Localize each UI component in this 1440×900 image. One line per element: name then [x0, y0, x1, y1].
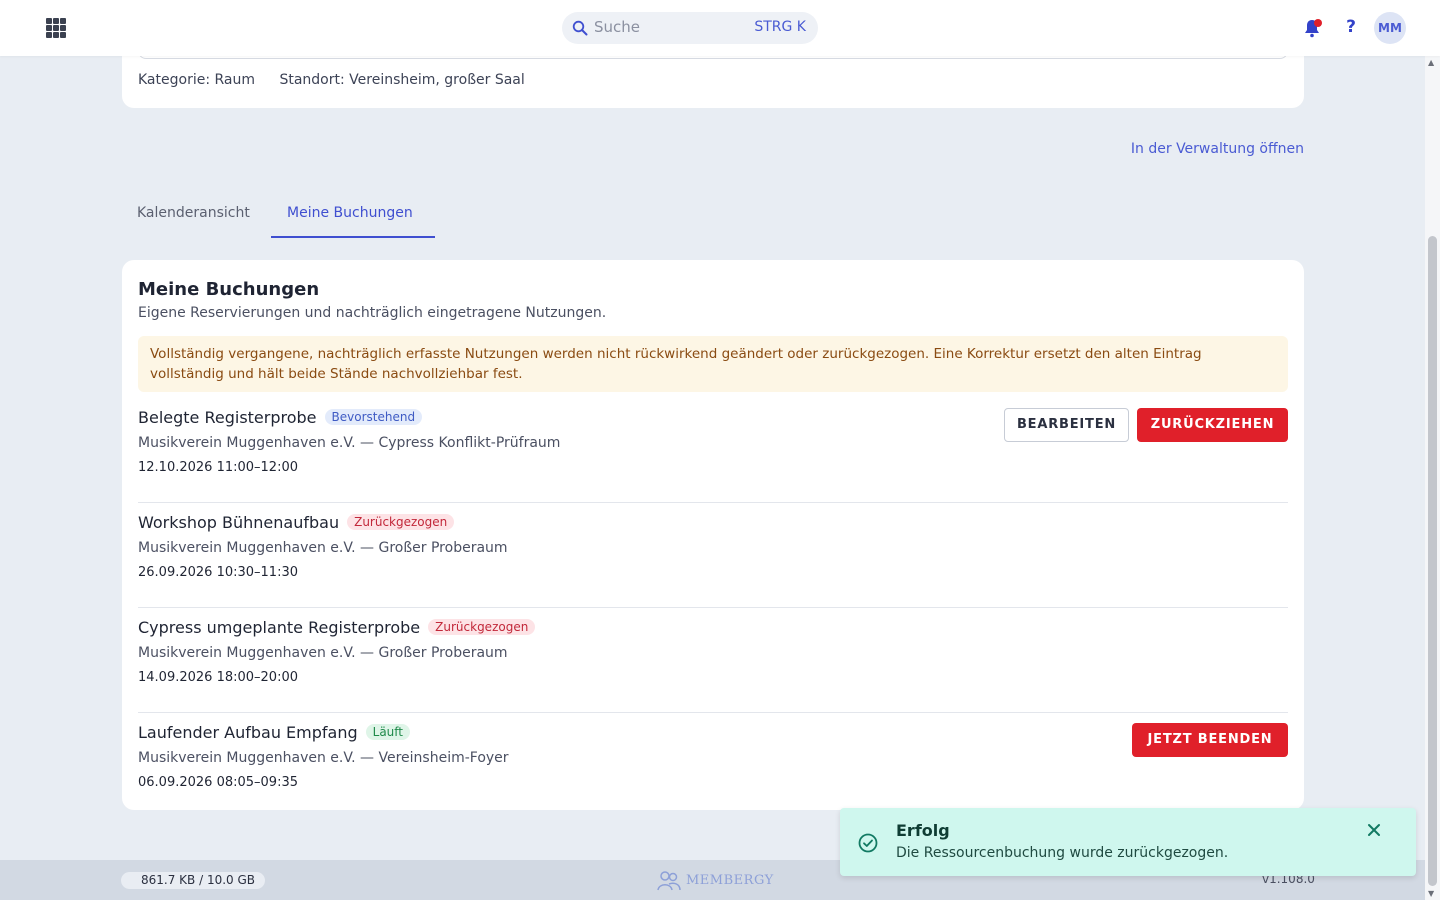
booking-item: Belegte Registerprobe Bevorstehend Musikv… — [138, 398, 1288, 503]
booking-title: Cypress umgeplante Registerprobe — [138, 618, 421, 637]
booking-time: 14.09.2026 18:00–20:00 — [138, 670, 298, 685]
active-tab-indicator — [271, 236, 435, 238]
search-input[interactable]: Suche STRG K — [562, 12, 818, 44]
status-badge: Bevorstehend — [324, 409, 423, 425]
check-circle-icon — [858, 833, 878, 853]
status-badge: Zurückgezogen — [428, 619, 536, 635]
booking-title-row: Cypress umgeplante Registerprobe Zurückge… — [138, 618, 536, 637]
toast-title: Erfolg — [896, 821, 950, 840]
top-bar: Suche STRG K ? MM — [0, 0, 1440, 56]
tab-my-bookings[interactable]: Meine Buchungen — [287, 205, 413, 221]
resource-location: Standort: Vereinsheim, großer Saal — [279, 72, 525, 88]
search-icon — [572, 20, 588, 36]
storage-usage: 861.7 KB / 10.0 GB — [121, 872, 265, 889]
status-badge: Läuft — [365, 724, 411, 740]
booking-title-row: Belegte Registerprobe Bevorstehend — [138, 408, 423, 427]
toast-message: Die Ressourcenbuchung wurde zurückgezoge… — [896, 845, 1229, 861]
booking-title-row: Workshop Bühnenaufbau Zurückgezogen — [138, 513, 455, 532]
booking-item: Cypress umgeplante Registerprobe Zurückge… — [138, 608, 1288, 713]
booking-item: Laufender Aufbau Empfang Läuft Musikverei… — [138, 713, 1288, 818]
logo-text: MEMBERGY — [686, 873, 774, 888]
booking-item: Workshop Bühnenaufbau Zurückgezogen Musik… — [138, 503, 1288, 608]
edit-booking-button[interactable]: BEARBEITEN — [1004, 408, 1129, 442]
resource-meta: Kategorie: Raum Standort: Vereinsheim, g… — [138, 72, 545, 88]
booking-organization: Musikverein Muggenhaven e.V. — Vereinshe… — [138, 750, 509, 766]
status-badge: Zurückgezogen — [347, 514, 455, 530]
logo-people-icon — [657, 871, 681, 891]
open-in-admin-link[interactable]: In der Verwaltung öffnen — [1131, 141, 1304, 157]
scroll-up-arrow-icon[interactable]: ▲ — [1428, 58, 1434, 67]
warning-notice: Vollständig vergangene, nachträglich erf… — [138, 336, 1288, 392]
my-bookings-card: Meine Buchungen Eigene Reservierungen un… — [122, 260, 1304, 810]
membergy-logo: MEMBERGY — [656, 870, 773, 892]
booking-organization: Musikverein Muggenhaven e.V. — Großer Pr… — [138, 645, 508, 661]
booking-title: Workshop Bühnenaufbau — [138, 513, 340, 532]
end-now-button[interactable]: JETZT BEENDEN — [1132, 723, 1288, 757]
card-subtitle: Eigene Reservierungen und nachträglich e… — [138, 305, 607, 321]
card-title: Meine Buchungen — [138, 279, 320, 300]
search-placeholder: Suche — [594, 18, 641, 36]
booking-title: Laufender Aufbau Empfang — [138, 723, 358, 742]
search-shortcut-hint: STRG K — [754, 19, 806, 35]
booking-title: Belegte Registerprobe — [138, 408, 317, 427]
notification-dot — [1314, 19, 1322, 27]
resource-category: Kategorie: Raum — [138, 72, 256, 88]
booking-time: 26.09.2026 10:30–11:30 — [138, 565, 298, 580]
booking-time: 12.10.2026 11:00–12:00 — [138, 460, 298, 475]
success-toast: Erfolg Die Ressourcenbuchung wurde zurüc… — [840, 808, 1416, 876]
user-avatar[interactable]: MM — [1374, 12, 1406, 44]
close-icon[interactable] — [1366, 822, 1382, 838]
tab-calendar-view[interactable]: Kalenderansicht — [137, 205, 250, 221]
scrollbar-thumb[interactable] — [1428, 236, 1437, 886]
booking-organization: Musikverein Muggenhaven e.V. — Cypress K… — [138, 435, 561, 451]
apps-grid-icon[interactable] — [46, 18, 66, 38]
booking-time: 06.09.2026 08:05–09:35 — [138, 775, 298, 790]
booking-title-row: Laufender Aufbau Empfang Läuft — [138, 723, 411, 742]
scroll-down-arrow-icon[interactable]: ▼ — [1428, 889, 1434, 898]
help-button[interactable]: ? — [1342, 17, 1360, 39]
page-scrollbar[interactable]: ▲ ▼ — [1425, 56, 1440, 900]
withdraw-booking-button[interactable]: ZURÜCKZIEHEN — [1137, 408, 1288, 442]
booking-organization: Musikverein Muggenhaven e.V. — Großer Pr… — [138, 540, 508, 556]
